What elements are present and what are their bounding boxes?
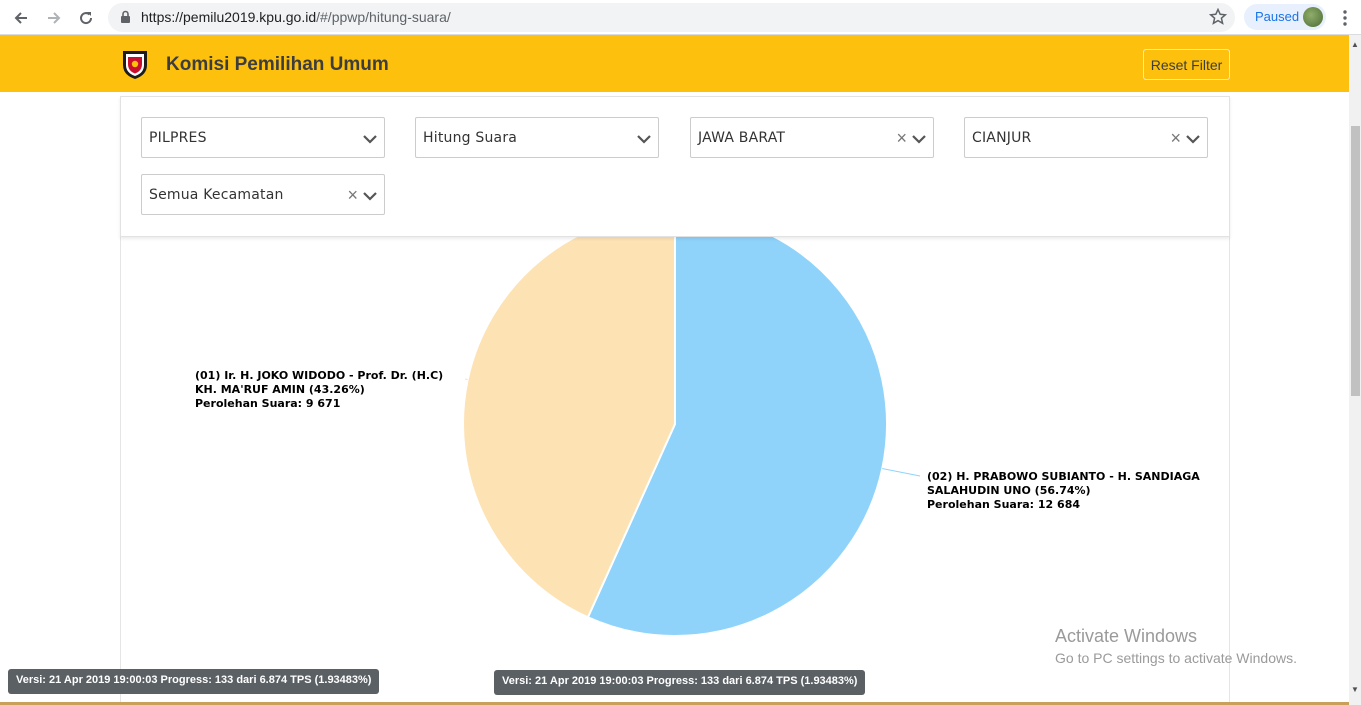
- forward-icon[interactable]: [42, 6, 66, 30]
- regency-select[interactable]: CIANJUR ×: [964, 117, 1208, 158]
- url-host: https://pemilu2019.kpu.go.id: [141, 9, 317, 25]
- url-path: /#/ppwp/hitung-suara/: [316, 9, 451, 25]
- view-select[interactable]: Hitung Suara: [415, 117, 659, 158]
- chevron-down-icon[interactable]: [636, 132, 652, 150]
- slice-label-02: (02) H. PRABOWO SUBIANTO - H. SANDIAGA S…: [927, 470, 1200, 512]
- slice-label-01: (01) Ir. H. JOKO WIDODO - Prof. Dr. (H.C…: [195, 369, 443, 411]
- scrollbar-thumb[interactable]: [1351, 126, 1360, 396]
- version-badge-left: Versi: 21 Apr 2019 19:00:03 Progress: 13…: [8, 669, 380, 694]
- reset-filter-button[interactable]: Reset Filter: [1143, 49, 1230, 80]
- scroll-down-icon[interactable]: ▼: [1351, 685, 1359, 694]
- slice-02-votes: Perolehan Suara: 12 684: [927, 498, 1081, 511]
- slice-01-votes: Perolehan Suara: 9 671: [195, 397, 341, 410]
- back-icon[interactable]: [9, 6, 33, 30]
- lock-icon: [120, 10, 131, 29]
- slice-02-name-line1: (02) H. PRABOWO SUBIANTO - H. SANDIAGA: [927, 470, 1200, 483]
- version-badge-center: Versi: 21 Apr 2019 19:00:03 Progress: 13…: [494, 670, 866, 695]
- clear-icon[interactable]: ×: [347, 186, 358, 204]
- profile-status: Paused: [1255, 9, 1300, 24]
- chevron-down-icon[interactable]: [911, 132, 927, 150]
- chevron-down-icon[interactable]: [1185, 132, 1201, 150]
- scroll-up-icon[interactable]: ▲: [1351, 40, 1359, 49]
- regency-select-value: CIANJUR: [972, 130, 1032, 146]
- district-select-value: Semua Kecamatan: [149, 187, 284, 203]
- clear-icon[interactable]: ×: [896, 129, 907, 147]
- avatar: [1303, 7, 1323, 27]
- site-title: Komisi Pemilihan Umum: [166, 54, 389, 75]
- slice-01-name-line2: KH. MA'RUF AMIN (43.26%): [195, 383, 365, 396]
- bookmark-star-icon[interactable]: [1208, 7, 1228, 31]
- chevron-down-icon[interactable]: [362, 132, 378, 150]
- province-select[interactable]: JAWA BARAT ×: [690, 117, 934, 158]
- filter-panel: PILPRES Hitung Suara JAWA BARAT × CIANJU…: [120, 96, 1230, 237]
- menu-kebab-icon[interactable]: [1339, 8, 1351, 28]
- slice-01-name-line1: (01) Ir. H. JOKO WIDODO - Prof. Dr. (H.C…: [195, 369, 444, 382]
- district-select[interactable]: Semua Kecamatan ×: [141, 174, 385, 215]
- view-select-value: Hitung Suara: [423, 130, 518, 146]
- address-bar[interactable]: https://pemilu2019.kpu.go.id/#/ppwp/hitu…: [108, 3, 1235, 32]
- kpu-logo-icon[interactable]: [119, 48, 151, 80]
- slice-02-name-line2: SALAHUDIN UNO (56.74%): [927, 484, 1091, 497]
- page-scrollbar[interactable]: ▲ ▼: [1349, 35, 1361, 705]
- site-header: Komisi Pemilihan Umum Reset Filter: [0, 35, 1349, 92]
- election-select-value: PILPRES: [149, 130, 207, 146]
- chevron-down-icon[interactable]: [362, 189, 378, 207]
- browser-toolbar: https://pemilu2019.kpu.go.id/#/ppwp/hitu…: [0, 0, 1361, 35]
- clear-icon[interactable]: ×: [1170, 129, 1181, 147]
- leader-line-02: [882, 468, 921, 477]
- activate-windows-title: Activate Windows: [1055, 626, 1198, 646]
- activate-windows-subtitle: Go to PC settings to activate Windows.: [1055, 650, 1297, 666]
- url-text[interactable]: https://pemilu2019.kpu.go.id/#/ppwp/hitu…: [141, 9, 451, 25]
- reload-icon[interactable]: [74, 6, 98, 30]
- election-select[interactable]: PILPRES: [141, 117, 385, 158]
- province-select-value: JAWA BARAT: [698, 130, 786, 146]
- profile-chip[interactable]: Paused: [1244, 4, 1326, 30]
